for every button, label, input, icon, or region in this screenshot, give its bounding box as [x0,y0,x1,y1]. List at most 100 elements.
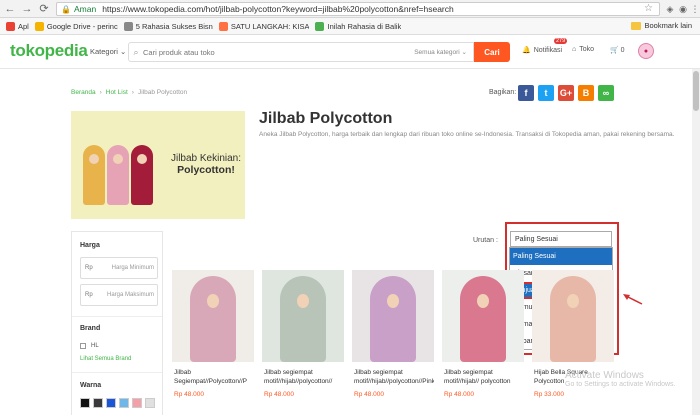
price-max-placeholder: Harga Maksimum [106,292,154,298]
color-swatch[interactable] [93,398,103,408]
model-figure [190,276,236,362]
user-avatar[interactable]: ● [638,43,654,59]
sort-label: Urutan : [473,237,498,244]
extension-icon[interactable]: ◈ [664,3,676,15]
menu-icon[interactable]: ⋮ [689,3,700,15]
cart-button[interactable]: 🛒 0 [610,46,625,54]
favicon-icon [218,21,228,31]
model-figure [460,276,506,362]
breadcrumb-current: Jilbab Polycotton [137,89,188,96]
product-card[interactable]: Jilbab segiempat motif//hijab// polycott… [442,270,524,415]
facebook-share-button[interactable]: f [518,85,534,101]
banner-line-2: Polycotton! [177,164,235,176]
bookmark-label: SATU LANGKAH: KISA [230,21,310,31]
breadcrumb: Beranda › Hot List › Jilbab Polycotton [71,89,187,96]
price-max-input[interactable]: Rp Harga Maksimum [80,284,158,306]
reload-icon[interactable]: ⟳ [37,2,51,16]
notification-count-badge: 279 [554,38,568,44]
model-figure [83,145,105,205]
see-all-brand-link[interactable]: Lihat Semua Brand [80,356,131,362]
product-image[interactable] [172,270,254,362]
currency-prefix: Rp [85,292,93,298]
copy-link-button[interactable]: ∞ [598,85,614,101]
price-min-placeholder: Harga Minimum [111,265,154,271]
price-min-input[interactable]: Rp Harga Minimum [80,257,158,279]
product-image[interactable] [442,270,524,362]
search-icon: ⌕ [133,46,139,57]
product-card[interactable]: Jilbab segiempat motif//hijab//polycotto… [262,270,344,415]
breadcrumb-beranda[interactable]: Beranda [71,89,96,96]
cart-icon: 🛒 [610,47,619,54]
site-header: tokopedia Kategori ⌄ ⌕ Semua kategori ⌄ … [0,35,700,69]
checkbox[interactable] [80,343,86,349]
bookmark-item[interactable]: 5 Rahasia Sukses Bisn [123,21,213,31]
notification-button[interactable]: 🔔 Notifikasi [522,46,562,55]
currency-prefix: Rp [85,265,93,271]
filter-harga-title: Harga [80,242,100,249]
filter-sidebar: Harga Rp Harga Minimum Rp Harga Maksimum… [71,231,163,415]
favicon-icon [34,21,44,31]
bookmark-folder[interactable]: Bookmark lain [631,21,692,30]
filter-warna-title: Warna [80,382,102,389]
product-price: Rp 48.000 [444,391,474,398]
search-scope-select[interactable]: Semua kategori ⌄ [414,48,467,56]
scrollbar-thumb[interactable] [693,71,699,111]
bookmark-folder-label: Bookmark lain [644,21,692,30]
model-figure [107,145,129,205]
twitter-share-button[interactable]: t [538,85,554,101]
bookmark-label: Apl [18,21,29,31]
folder-icon [631,21,642,30]
url-field[interactable]: 🔒 Aman https://www.tokopedia.com/hot/jil… [56,2,660,16]
color-swatch[interactable] [119,398,129,408]
bookmark-label: Google Drive - perinc [46,21,118,31]
kategori-label: Kategori [90,47,118,56]
product-card[interactable]: Jilbab segiempat motif//hijab//polycotto… [352,270,434,415]
color-swatch[interactable] [106,398,116,408]
page-scrollbar[interactable] [692,69,700,415]
product-image[interactable] [532,270,614,362]
product-image[interactable] [352,270,434,362]
secure-label: Aman [73,4,97,14]
bookmarks-bar: Apl Google Drive - perinc 5 Rahasia Sukses… [0,18,700,35]
banner-line-1: Jilbab Kekinian: [170,153,242,164]
breadcrumb-hot-list[interactable]: Hot List [106,89,128,96]
product-card[interactable]: Hijab Bella Square Polycotton Rp 33.000 [532,270,614,415]
browser-address-bar: ← → ⟳ 🔒 Aman https://www.tokopedia.com/h… [0,0,700,18]
color-swatch[interactable] [132,398,142,408]
page-description: Aneka Jilbab Polycotton, harga terbaik d… [259,131,675,138]
watermark-line-1: Activate Windows [565,370,644,381]
bookmark-item[interactable]: Google Drive - perinc [34,21,118,31]
chevron-down-icon: ⌄ [120,47,127,56]
product-image[interactable] [262,270,344,362]
blogger-share-button[interactable]: B [578,85,594,101]
bookmark-item[interactable]: Inilah Rahasia di Balik [315,21,401,31]
search-input[interactable] [143,47,403,57]
brand-option-hl[interactable]: HL [80,343,99,349]
googleplus-share-button[interactable]: G+ [558,85,574,101]
divider [72,372,162,373]
bookmark-item[interactable]: Apl [6,21,29,31]
product-card[interactable]: Jilbab Segiempat//Polycotton//P Rp 48.000 [172,270,254,415]
kategori-menu[interactable]: Kategori ⌄ [90,47,126,56]
search-button[interactable]: Cari [474,42,510,62]
favicon-icon [6,21,15,31]
tokopedia-logo[interactable]: tokopedia [10,41,88,61]
color-swatch[interactable] [80,398,90,408]
banner-text: Jilbab Kekinian: Polycotton! [169,153,243,176]
breadcrumb-separator: › [131,89,134,96]
model-figure [370,276,416,362]
toko-button[interactable]: ⌂ Toko [572,46,594,53]
share-label: Bagikan: [489,89,517,96]
model-figure [131,145,153,205]
bookmark-star-icon[interactable]: ☆ [644,3,653,14]
forward-icon[interactable]: → [20,2,34,16]
color-swatch[interactable] [145,398,155,408]
bookmark-item[interactable]: SATU LANGKAH: KISA [218,21,310,31]
product-price: Rp 33.000 [534,391,564,398]
breadcrumb-separator: › [99,89,102,96]
favicon-icon [123,21,133,31]
model-figure [280,276,326,362]
divider [72,316,162,317]
extension-icon[interactable]: ◉ [677,3,689,15]
back-icon[interactable]: ← [3,2,17,16]
